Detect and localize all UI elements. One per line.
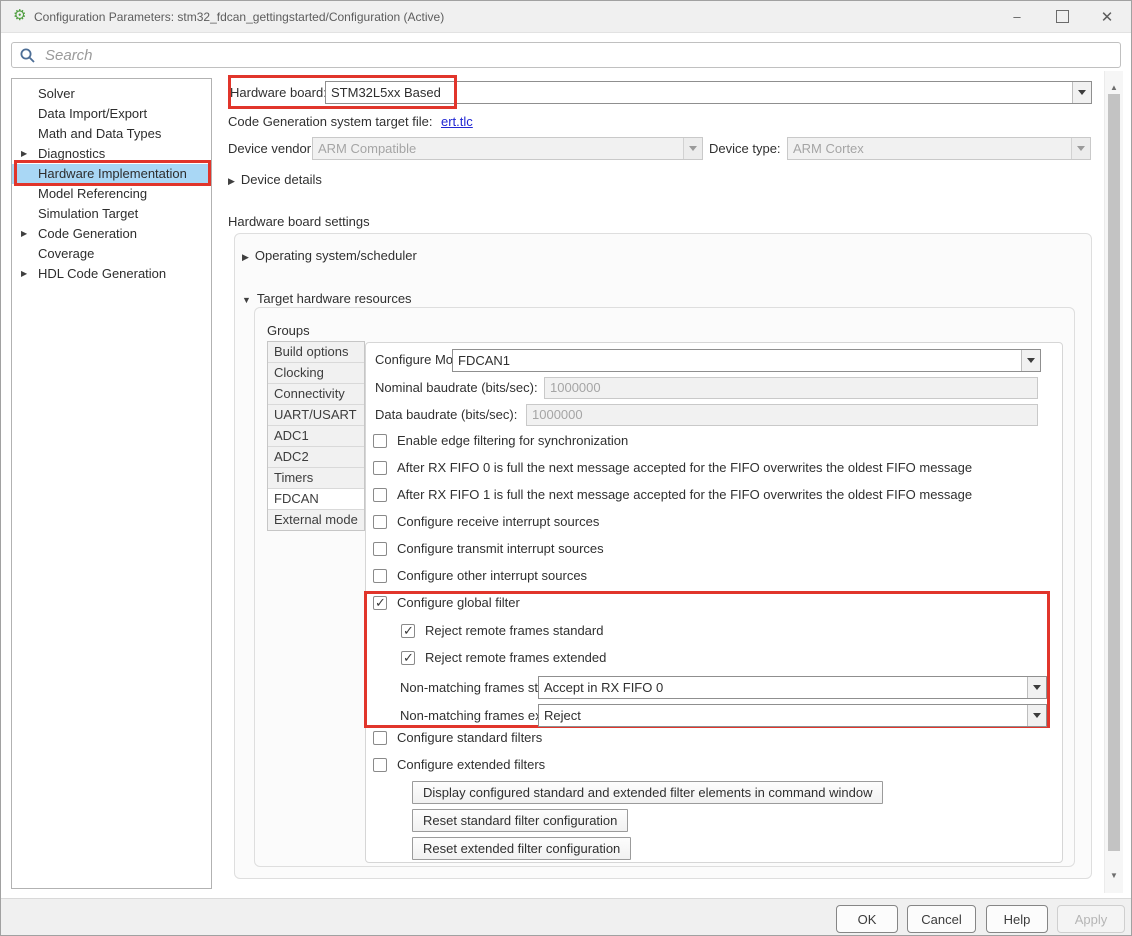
maximize-button[interactable] — [1042, 1, 1082, 32]
expand-arrow-icon[interactable]: ▶ — [21, 264, 27, 284]
ok-button[interactable]: OK — [836, 905, 898, 933]
sidebar-item-diagnostics[interactable]: ▶ Diagnostics — [12, 144, 211, 164]
chevron-down-icon[interactable] — [1027, 705, 1046, 726]
footer-bar: OK Cancel Help Apply — [1, 898, 1131, 935]
sidebar-item-simulation-target[interactable]: Simulation Target — [12, 204, 211, 224]
group-item-fdcan[interactable]: FDCAN — [268, 489, 364, 510]
scroll-down-icon[interactable]: ▼ — [1105, 871, 1123, 880]
os-scheduler-expander[interactable]: ▶ Operating system/scheduler — [242, 247, 417, 265]
scroll-up-icon[interactable]: ▲ — [1105, 83, 1123, 92]
chevron-down-icon[interactable] — [1021, 350, 1040, 371]
edge-filtering-checkbox[interactable] — [373, 434, 387, 448]
device-details-expander[interactable]: ▶ Device details — [228, 171, 322, 189]
device-type-label: Device type: — [709, 141, 781, 156]
standard-filters-label: Configure standard filters — [397, 730, 543, 745]
target-file-label: Code Generation system target file: — [228, 114, 433, 129]
chevron-down-icon[interactable] — [1027, 677, 1046, 698]
hardware-board-select[interactable]: STM32L5xx Based — [325, 81, 1092, 104]
global-filter-label: Configure global filter — [397, 595, 520, 610]
group-item-connectivity[interactable]: Connectivity — [268, 384, 364, 405]
sidebar-item-hdl-code-generation[interactable]: ▶ HDL Code Generation — [12, 264, 211, 284]
target-file-link[interactable]: ert.tlc — [441, 114, 473, 129]
nonmatching-extended-select[interactable]: Reject — [538, 704, 1047, 727]
nominal-baudrate-field: 1000000 — [544, 377, 1038, 399]
minimize-button[interactable]: – — [997, 1, 1037, 32]
expand-arrow-icon[interactable]: ▶ — [21, 144, 27, 164]
search-bar — [11, 42, 1121, 68]
rx-fifo1-overwrite-label: After RX FIFO 1 is full the next message… — [397, 487, 973, 502]
sidebar-item-hardware-implementation[interactable]: Hardware Implementation — [12, 164, 211, 184]
category-sidebar: Solver Data Import/Export Math and Data … — [11, 78, 212, 889]
configure-module-select[interactable]: FDCAN1 — [452, 349, 1041, 372]
cancel-button[interactable]: Cancel — [907, 905, 976, 933]
close-button[interactable]: ✕ — [1087, 1, 1127, 32]
group-item-build-options[interactable]: Build options — [268, 342, 364, 363]
title-bar: ⚙ Configuration Parameters: stm32_fdcan_… — [1, 1, 1131, 33]
rx-fifo0-overwrite-checkbox[interactable] — [373, 461, 387, 475]
expand-arrow-icon[interactable]: ▶ — [21, 224, 27, 244]
reset-standard-filter-button[interactable]: Reset standard filter configuration — [412, 809, 629, 832]
rx-fifo1-overwrite-checkbox[interactable] — [373, 488, 387, 502]
scrollbar-thumb[interactable] — [1108, 94, 1120, 851]
rx-fifo0-overwrite-label: After RX FIFO 0 is full the next message… — [397, 460, 973, 475]
chevron-down-icon[interactable] — [1072, 82, 1091, 103]
sidebar-item-code-generation[interactable]: ▶ Code Generation — [12, 224, 211, 244]
search-input[interactable] — [43, 45, 1120, 65]
group-item-adc1[interactable]: ADC1 — [268, 426, 364, 447]
reject-remote-standard-checkbox[interactable] — [401, 623, 415, 639]
receive-interrupt-label: Configure receive interrupt sources — [397, 514, 600, 529]
expanded-arrow-icon: ▼ — [242, 295, 251, 305]
group-item-timers[interactable]: Timers — [268, 468, 364, 489]
simulink-settings-icon: ⚙ — [13, 7, 27, 24]
help-button[interactable]: Help — [986, 905, 1048, 933]
group-item-adc2[interactable]: ADC2 — [268, 447, 364, 468]
transmit-interrupt-label: Configure transmit interrupt sources — [397, 541, 604, 556]
reject-remote-standard-label: Reject remote frames standard — [425, 623, 604, 638]
window-title: Configuration Parameters: stm32_fdcan_ge… — [34, 10, 445, 24]
standard-filters-checkbox[interactable] — [373, 731, 387, 745]
other-interrupt-checkbox[interactable] — [373, 569, 387, 583]
apply-button: Apply — [1057, 905, 1125, 933]
group-item-uart-usart[interactable]: UART/USART — [268, 405, 364, 426]
reject-remote-extended-label: Reject remote frames extended — [425, 650, 607, 665]
chevron-down-icon — [1071, 138, 1090, 159]
data-baudrate-field: 1000000 — [526, 404, 1038, 426]
groups-label: Groups — [267, 323, 310, 338]
board-settings-title: Hardware board settings — [228, 214, 370, 229]
configuration-parameters-dialog: ⚙ Configuration Parameters: stm32_fdcan_… — [0, 0, 1132, 936]
chevron-down-icon — [683, 138, 702, 159]
nominal-baudrate-label: Nominal baudrate (bits/sec): — [375, 380, 538, 395]
sidebar-item-data-import-export[interactable]: Data Import/Export — [12, 104, 211, 124]
sidebar-item-coverage[interactable]: Coverage — [12, 244, 211, 264]
extended-filters-label: Configure extended filters — [397, 757, 546, 772]
group-item-clocking[interactable]: Clocking — [268, 363, 364, 384]
sidebar-item-solver[interactable]: Solver — [12, 84, 211, 104]
maximize-icon — [1055, 10, 1069, 23]
vertical-scrollbar[interactable]: ▲ ▼ — [1104, 71, 1123, 893]
nonmatching-standard-select[interactable]: Accept in RX FIFO 0 — [538, 676, 1047, 699]
reject-remote-extended-checkbox[interactable] — [401, 650, 415, 666]
hardware-board-label: Hardware board: — [230, 85, 327, 100]
data-baudrate-label: Data baudrate (bits/sec): — [375, 407, 518, 422]
device-type-select: ARM Cortex — [787, 137, 1091, 160]
sidebar-item-math-and-data-types[interactable]: Math and Data Types — [12, 124, 211, 144]
transmit-interrupt-checkbox[interactable] — [373, 542, 387, 556]
collapsed-arrow-icon: ▶ — [242, 252, 249, 262]
sidebar-item-model-referencing[interactable]: Model Referencing — [12, 184, 211, 204]
target-resources-expander[interactable]: ▼ Target hardware resources — [242, 290, 412, 308]
receive-interrupt-checkbox[interactable] — [373, 515, 387, 529]
search-icon — [20, 48, 35, 63]
display-filter-elements-button[interactable]: Display configured standard and extended… — [412, 781, 884, 804]
device-vendor-label: Device vendor: — [228, 141, 315, 156]
edge-filtering-label: Enable edge filtering for synchronizatio… — [397, 433, 629, 448]
extended-filters-checkbox[interactable] — [373, 758, 387, 772]
groups-list: Build options Clocking Connectivity UART… — [267, 341, 365, 531]
group-item-external-mode[interactable]: External mode — [268, 510, 364, 530]
global-filter-checkbox[interactable] — [373, 595, 387, 611]
collapsed-arrow-icon: ▶ — [228, 176, 235, 186]
device-vendor-select: ARM Compatible — [312, 137, 703, 160]
other-interrupt-label: Configure other interrupt sources — [397, 568, 588, 583]
reset-extended-filter-button[interactable]: Reset extended filter configuration — [412, 837, 632, 860]
